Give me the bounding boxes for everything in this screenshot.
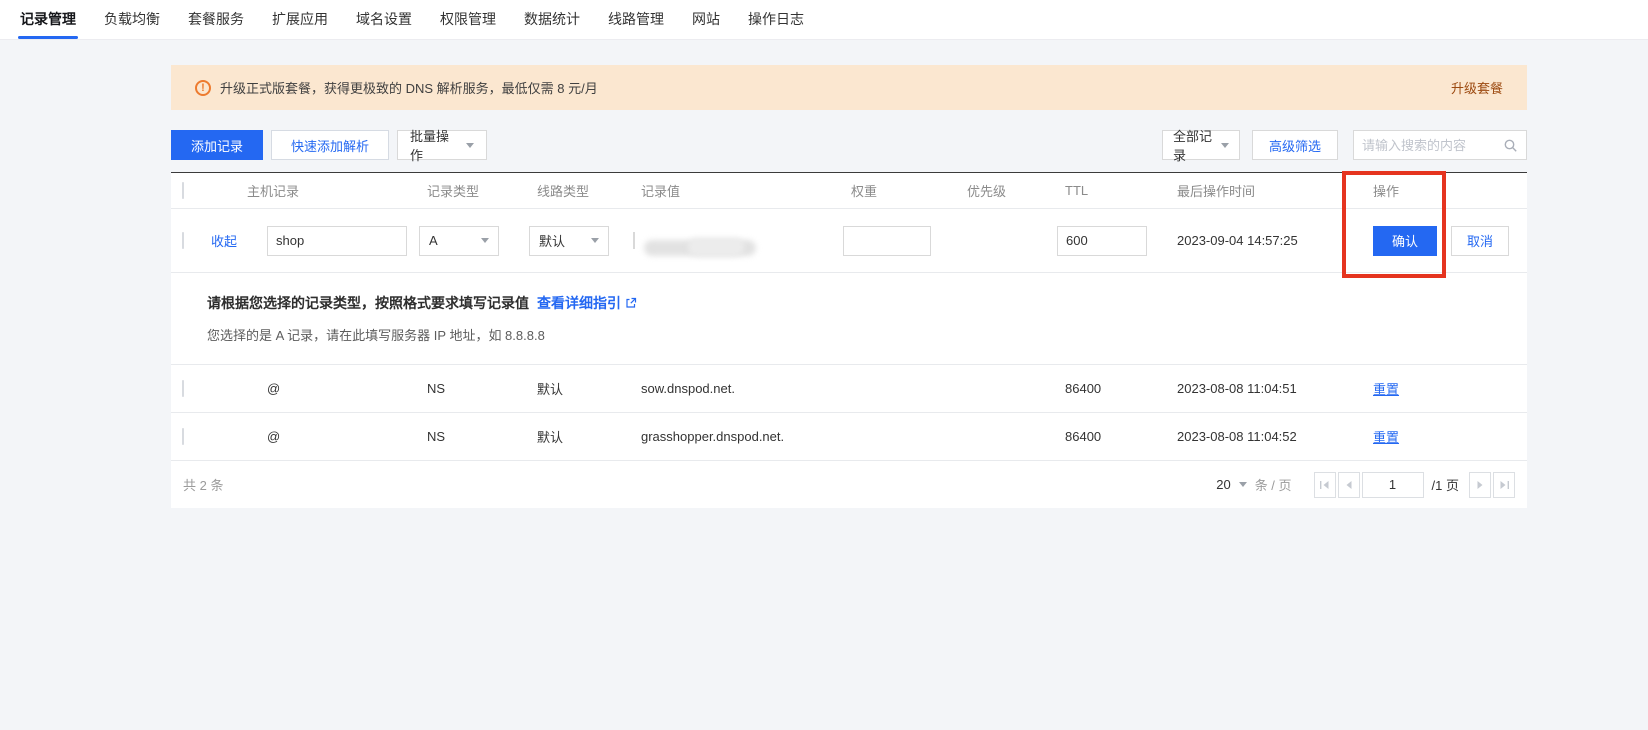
batch-operations-label: 批量操作	[410, 126, 458, 164]
row-checkbox[interactable]	[182, 232, 184, 249]
cell-value: grasshopper.dnspod.net.	[633, 429, 843, 444]
record-value-input[interactable]	[633, 232, 635, 249]
col-header-updated: 最后操作时间	[1169, 181, 1365, 200]
ttl-input[interactable]	[1057, 226, 1147, 256]
confirm-button[interactable]: 确认	[1373, 226, 1437, 256]
record-filter-dropdown[interactable]: 全部记录	[1162, 130, 1240, 160]
banner-message: 升级正式版套餐，获得更极致的 DNS 解析服务，最低仅需 8 元/月	[220, 78, 598, 97]
detailed-guide-label: 查看详细指引	[537, 293, 621, 313]
top-nav: 记录管理 负载均衡 套餐服务 扩展应用 域名设置 权限管理 数据统计 线路管理 …	[0, 0, 1648, 40]
page-total-label: /1 页	[1432, 475, 1459, 494]
cell-line: 默认	[529, 427, 633, 446]
record-type-select[interactable]: A	[419, 226, 499, 256]
cell-updated-at: 2023-08-08 11:04:52	[1169, 429, 1365, 444]
next-page-button[interactable]	[1469, 472, 1491, 498]
add-record-button[interactable]: 添加记录	[171, 130, 263, 160]
per-page-label: 条 / 页	[1255, 475, 1292, 494]
cancel-button[interactable]: 取消	[1451, 226, 1509, 256]
col-header-weight: 权重	[843, 181, 959, 200]
col-header-actions: 操作	[1365, 181, 1527, 200]
external-link-icon	[625, 297, 637, 309]
chevron-down-icon	[481, 238, 489, 243]
col-header-type: 记录类型	[419, 181, 529, 200]
prev-page-icon	[1345, 480, 1353, 490]
page-size-dropdown[interactable]: 20	[1216, 477, 1246, 492]
record-type-value: A	[429, 233, 438, 248]
tab-domain-settings[interactable]: 域名设置	[342, 0, 426, 39]
help-detail-text: 您选择的是 A 记录，请在此填写服务器 IP 地址，如 8.8.8.8	[207, 325, 1527, 344]
col-header-value: 记录值	[633, 181, 843, 200]
cell-line: 默认	[529, 379, 633, 398]
upgrade-plan-link[interactable]: 升级套餐	[1451, 78, 1503, 97]
table-footer: 共 2 条 20 条 / 页	[171, 461, 1527, 508]
dns-records-console: 记录管理 负载均衡 套餐服务 扩展应用 域名设置 权限管理 数据统计 线路管理 …	[0, 0, 1648, 730]
toolbar-right-group: 全部记录 高级筛选	[1162, 130, 1527, 160]
chevron-down-icon	[591, 238, 599, 243]
tab-extensions[interactable]: 扩展应用	[258, 0, 342, 39]
cell-host: @	[267, 429, 419, 444]
next-page-icon	[1476, 480, 1484, 490]
page-size-value: 20	[1216, 477, 1230, 492]
table-row: @ NS 默认 sow.dnspod.net. 86400 2023-08-08…	[171, 365, 1527, 413]
tab-load-balancing[interactable]: 负载均衡	[90, 0, 174, 39]
cell-host: @	[267, 381, 419, 396]
total-count-label: 共 2 条	[183, 475, 223, 494]
tab-website[interactable]: 网站	[678, 0, 734, 39]
chevron-down-icon	[1239, 482, 1247, 487]
chevron-down-icon	[1221, 143, 1229, 148]
first-page-icon	[1319, 480, 1330, 490]
edit-record-row: 收起 A 默认	[171, 209, 1527, 273]
record-filter-value: 全部记录	[1173, 126, 1213, 164]
search-icon[interactable]	[1503, 138, 1518, 153]
last-page-button[interactable]	[1493, 472, 1515, 498]
cell-ttl: 86400	[1057, 381, 1169, 396]
last-page-icon	[1499, 480, 1510, 490]
record-type-help: 请根据您选择的记录类型，按照格式要求填写记录值 查看详细指引 您选择的是 A 记…	[171, 273, 1527, 365]
collapse-link[interactable]: 收起	[211, 234, 237, 249]
batch-operations-dropdown[interactable]: 批量操作	[397, 130, 487, 160]
line-type-select[interactable]: 默认	[529, 226, 609, 256]
cell-updated-at: 2023-08-08 11:04:51	[1169, 381, 1365, 396]
table-header-row: 主机记录 记录类型 线路类型 记录值 权重 优先级 TTL 最后操作时间 操作	[171, 173, 1527, 209]
help-title-text: 请根据您选择的记录类型，按照格式要求填写记录值	[207, 293, 529, 313]
tab-permissions[interactable]: 权限管理	[426, 0, 510, 39]
detailed-guide-link[interactable]: 查看详细指引	[537, 293, 637, 313]
row-checkbox[interactable]	[182, 428, 184, 445]
search-box	[1353, 130, 1527, 160]
search-input[interactable]	[1362, 138, 1503, 153]
cell-value: sow.dnspod.net.	[633, 381, 843, 396]
reset-link[interactable]: 重置	[1365, 382, 1399, 397]
cell-ttl: 86400	[1057, 429, 1169, 444]
warning-circle-icon: !	[195, 80, 211, 96]
chevron-down-icon	[466, 143, 474, 148]
pagination: 20 条 / 页 /1 页	[1216, 472, 1515, 498]
page-number-input[interactable]	[1362, 472, 1424, 498]
records-table: 主机记录 记录类型 线路类型 记录值 权重 优先级 TTL 最后操作时间 操作 …	[171, 172, 1527, 508]
upgrade-banner: ! 升级正式版套餐，获得更极致的 DNS 解析服务，最低仅需 8 元/月 升级套…	[171, 65, 1527, 110]
cell-type: NS	[419, 381, 529, 396]
tab-line-management[interactable]: 线路管理	[594, 0, 678, 39]
first-page-button[interactable]	[1314, 472, 1336, 498]
reset-link[interactable]: 重置	[1365, 430, 1399, 445]
col-header-priority: 优先级	[959, 181, 1057, 200]
edit-row-updated-at: 2023-09-04 14:57:25	[1169, 233, 1365, 248]
col-header-ttl: TTL	[1057, 183, 1169, 198]
records-toolbar: 添加记录 快速添加解析 批量操作 全部记录 高级筛选	[171, 130, 1527, 160]
table-row: @ NS 默认 grasshopper.dnspod.net. 86400 20…	[171, 413, 1527, 461]
weight-input[interactable]	[843, 226, 931, 256]
host-record-input[interactable]	[267, 226, 407, 256]
row-checkbox[interactable]	[182, 380, 184, 397]
advanced-filter-button[interactable]: 高级筛选	[1252, 130, 1338, 160]
cell-type: NS	[419, 429, 529, 444]
col-header-host: 主机记录	[211, 181, 419, 200]
prev-page-button[interactable]	[1338, 472, 1360, 498]
select-all-checkbox[interactable]	[182, 182, 184, 199]
quick-add-button[interactable]: 快速添加解析	[271, 130, 389, 160]
tab-operation-log[interactable]: 操作日志	[734, 0, 818, 39]
line-type-value: 默认	[539, 231, 565, 250]
tab-record-management[interactable]: 记录管理	[6, 0, 90, 39]
col-header-line: 线路类型	[529, 181, 633, 200]
tab-plan-services[interactable]: 套餐服务	[174, 0, 258, 39]
tab-statistics[interactable]: 数据统计	[510, 0, 594, 39]
